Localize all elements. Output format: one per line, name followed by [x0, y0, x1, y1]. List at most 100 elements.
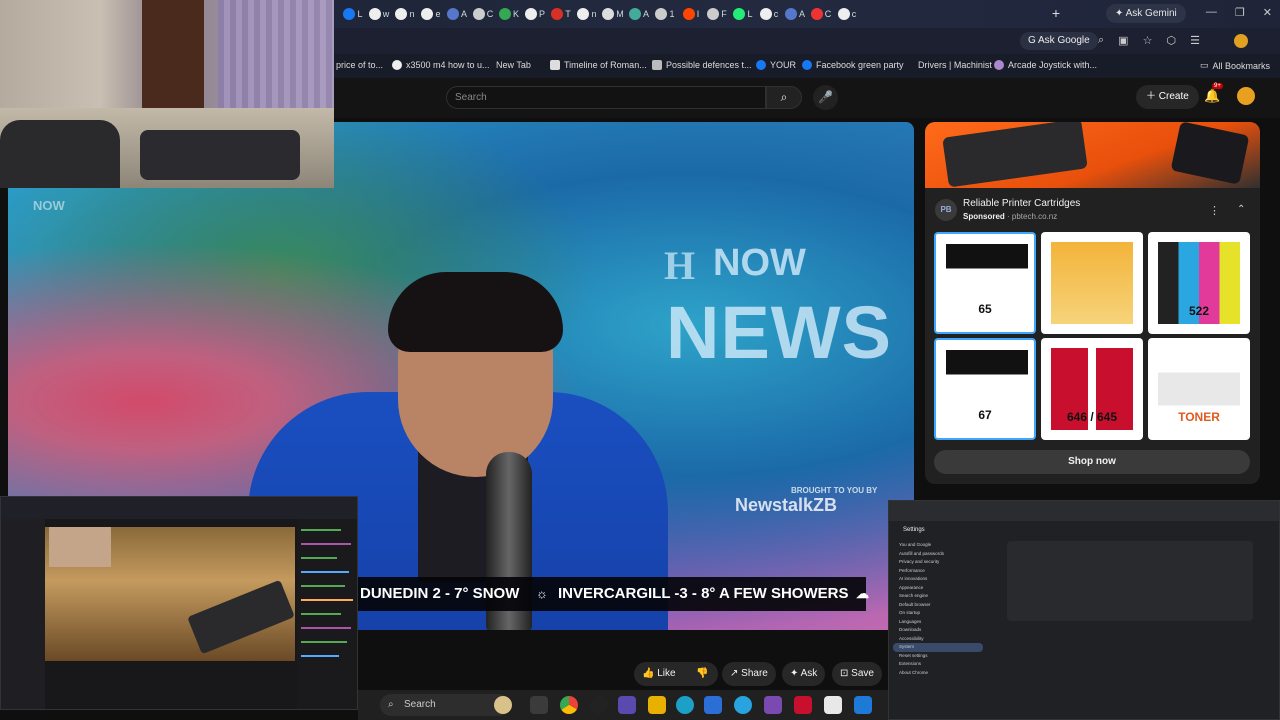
- browser-tab[interactable]: L: [340, 4, 366, 24]
- browser-tab[interactable]: w: [366, 4, 392, 24]
- close-icon[interactable]: ✕: [1263, 6, 1272, 19]
- photos-icon[interactable]: [618, 696, 636, 714]
- youtube-search-input[interactable]: Search: [446, 86, 766, 109]
- save-button[interactable]: ⊡ Save: [832, 662, 882, 686]
- profile-avatar[interactable]: [1234, 34, 1248, 48]
- browser-tab[interactable]: A: [782, 4, 808, 24]
- bookmark-item[interactable]: YOUR: [756, 60, 796, 70]
- product-tile[interactable]: 522: [1148, 232, 1250, 334]
- product-tile[interactable]: 67: [934, 338, 1036, 440]
- bookmark-item[interactable]: price of to...: [336, 60, 383, 70]
- create-button[interactable]: ＋ Create: [1136, 85, 1199, 109]
- task-view-icon[interactable]: [530, 696, 548, 714]
- extensions-icon[interactable]: ⬡: [1166, 34, 1176, 47]
- browser-tab[interactable]: M: [600, 4, 626, 24]
- settings-menu-item[interactable]: Extensions: [893, 660, 983, 669]
- settings-menu-item[interactable]: System: [893, 643, 983, 652]
- file-explorer-icon[interactable]: [648, 696, 666, 714]
- all-bookmarks-button[interactable]: ▭ All Bookmarks: [1200, 60, 1270, 71]
- browser-tab[interactable]: A: [626, 4, 652, 24]
- product-tile[interactable]: [1041, 232, 1143, 334]
- app-icon[interactable]: [794, 696, 812, 714]
- browser-tab[interactable]: n: [392, 4, 418, 24]
- ad-banner-image[interactable]: [925, 122, 1260, 188]
- zoom-icon[interactable]: ⌕: [1098, 34, 1104, 47]
- settings-menu-item[interactable]: On startup: [893, 609, 983, 618]
- settings-menu-item[interactable]: Languages: [893, 618, 983, 627]
- bookmark-item[interactable]: Timeline of Roman...: [550, 60, 647, 70]
- obs-icon[interactable]: [590, 696, 608, 714]
- chevron-up-icon[interactable]: ⌃: [1237, 204, 1245, 215]
- ask-button[interactable]: ✦ Ask: [782, 662, 826, 686]
- dislike-button[interactable]: 👎: [688, 662, 718, 686]
- shop-now-button[interactable]: Shop now: [934, 450, 1250, 474]
- chrome-icon[interactable]: [560, 696, 578, 714]
- maximize-icon[interactable]: ❐: [1235, 6, 1245, 19]
- product-tile[interactable]: 646 / 645: [1041, 338, 1143, 440]
- bookmark-item[interactable]: Drivers | Machinist: [918, 60, 992, 70]
- store-icon[interactable]: [704, 696, 722, 714]
- browser-tab[interactable]: 1: [652, 4, 678, 24]
- more-options-icon[interactable]: ⋮: [1209, 204, 1220, 217]
- browser-tab[interactable]: L: [730, 4, 756, 24]
- bookmark-label: Drivers | Machinist: [918, 60, 992, 70]
- browser-tab[interactable]: F: [704, 4, 730, 24]
- bookmark-item[interactable]: Arcade Joystick with...: [994, 60, 1097, 70]
- bookmark-star-icon[interactable]: ☆: [1143, 34, 1153, 47]
- settings-menu-item[interactable]: About Chrome: [893, 669, 983, 678]
- reading-list-icon[interactable]: ☰: [1190, 34, 1200, 47]
- browser-tab[interactable]: c: [834, 4, 860, 24]
- product-label: TONER: [1178, 410, 1220, 424]
- bookmark-item[interactable]: New Tab: [496, 60, 531, 70]
- browser-tab[interactable]: C: [470, 4, 496, 24]
- browser-tab[interactable]: n: [574, 4, 600, 24]
- settings-menu-item[interactable]: Search engine: [893, 592, 983, 601]
- ad-title[interactable]: Reliable Printer Cartridges: [963, 198, 1080, 209]
- tab-favicon-icon: [421, 8, 434, 20]
- settings-window-overlay[interactable]: Settings You and Google Autofill and pass…: [888, 500, 1280, 720]
- settings-menu-item[interactable]: Appearance: [893, 584, 983, 593]
- app-icon[interactable]: [854, 696, 872, 714]
- search-button[interactable]: ⌕: [766, 86, 802, 109]
- bookmark-item[interactable]: x3500 m4 how to u...: [392, 60, 490, 70]
- settings-menu-item[interactable]: Downloads: [893, 626, 983, 635]
- browser-tab[interactable]: K: [496, 4, 522, 24]
- ask-google-button[interactable]: G Ask Google: [1020, 32, 1098, 50]
- app-icon[interactable]: [764, 696, 782, 714]
- browser-tab[interactable]: I: [678, 4, 704, 24]
- browser-tab[interactable]: C: [808, 4, 834, 24]
- now-corner-tag: NOW: [33, 198, 65, 213]
- browser-tab[interactable]: T: [548, 4, 574, 24]
- settings-menu-item[interactable]: Accessibility: [893, 635, 983, 644]
- new-tab-button[interactable]: +: [1048, 5, 1064, 21]
- product-tile[interactable]: 65: [934, 232, 1036, 334]
- bookmark-item[interactable]: Facebook green party: [802, 60, 904, 70]
- settings-menu-item[interactable]: You and Google: [893, 541, 983, 550]
- account-avatar[interactable]: [1237, 87, 1255, 105]
- taskbar-search[interactable]: ⌕ Search: [380, 694, 510, 716]
- telegram-icon[interactable]: [734, 696, 752, 714]
- share-button[interactable]: ↗ Share: [722, 662, 776, 686]
- voice-search-button[interactable]: 🎤: [813, 85, 838, 110]
- cast-icon[interactable]: ▣: [1118, 34, 1128, 47]
- browser-tab[interactable]: c: [756, 4, 782, 24]
- edge-icon[interactable]: [676, 696, 694, 714]
- ask-gemini-button[interactable]: ✦ Ask Gemini: [1106, 4, 1186, 23]
- browser-tab[interactable]: A: [444, 4, 470, 24]
- settings-menu-item[interactable]: Reset settings: [893, 652, 983, 661]
- stream-window-overlay[interactable]: [0, 496, 358, 710]
- minimize-icon[interactable]: —: [1206, 6, 1217, 19]
- settings-menu-item[interactable]: Autofill and passwords: [893, 550, 983, 559]
- product-tile[interactable]: TONER: [1148, 338, 1250, 440]
- browser-tab[interactable]: e: [418, 4, 444, 24]
- tab-favicon-icon: [759, 8, 772, 20]
- app-icon[interactable]: [824, 696, 842, 714]
- settings-menu-item[interactable]: Default browser: [893, 601, 983, 610]
- widget-icon[interactable]: [494, 696, 512, 714]
- settings-menu-item[interactable]: AI innovations: [893, 575, 983, 584]
- browser-tab[interactable]: P: [522, 4, 548, 24]
- notifications-bell-icon[interactable]: 🔔: [1204, 88, 1220, 104]
- settings-menu-item[interactable]: Performance: [893, 567, 983, 576]
- bookmark-item[interactable]: Possible defences t...: [652, 60, 752, 70]
- settings-menu-item[interactable]: Privacy and security: [893, 558, 983, 567]
